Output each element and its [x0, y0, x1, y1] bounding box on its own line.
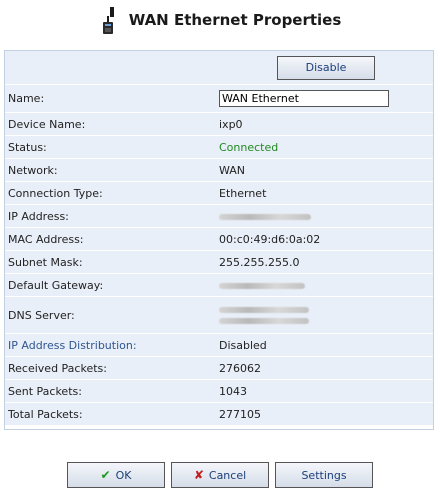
dns-server-row: DNS Server:: [5, 297, 433, 334]
sent-packets-label: Sent Packets:: [8, 384, 82, 398]
disable-button[interactable]: Disable: [277, 55, 375, 80]
default-gateway-value: [219, 279, 433, 292]
network-plug-icon: [102, 7, 114, 34]
settings-button-label: Settings: [301, 468, 347, 482]
total-packets-value: 277105: [219, 407, 261, 421]
disable-row: Disable: [5, 51, 433, 85]
redacted-default-gateway: [219, 282, 305, 289]
ip-address-label: IP Address:: [8, 209, 69, 223]
cancel-button[interactable]: ✘ Cancel: [171, 462, 269, 488]
ok-button-label: OK: [115, 468, 132, 482]
mac-address-value: 00:c0:49:d6:0a:02: [219, 232, 321, 246]
total-packets-row: Total Packets: 277105: [5, 403, 433, 426]
mac-address-label: MAC Address:: [8, 232, 84, 246]
ip-address-value: [219, 210, 433, 223]
dns-server-value: [219, 306, 433, 324]
name-input[interactable]: [219, 90, 389, 107]
ip-distribution-value: Disabled: [219, 338, 267, 352]
page-header: WAN Ethernet Properties: [0, 0, 440, 40]
sent-packets-row: Sent Packets: 1043: [5, 380, 433, 403]
ok-button[interactable]: ✔ OK: [67, 462, 165, 488]
connection-type-label: Connection Type:: [8, 186, 103, 200]
sent-packets-value: 1043: [219, 384, 247, 398]
settings-button[interactable]: Settings: [275, 462, 373, 488]
redacted-ip-address: [219, 213, 311, 220]
ip-distribution-row: IP Address Distribution: Disabled: [5, 334, 433, 357]
received-packets-label: Received Packets:: [8, 361, 107, 375]
network-row: Network: WAN: [5, 159, 433, 182]
received-packets-value: 276062: [219, 361, 261, 375]
redacted-dns-server-1: [219, 306, 309, 313]
checkmark-icon: ✔: [100, 468, 111, 482]
properties-panel: Disable Name: Device Name: ixp0 Status: …: [4, 50, 434, 430]
default-gateway-row: Default Gateway:: [5, 274, 433, 297]
received-packets-row: Received Packets: 276062: [5, 357, 433, 380]
status-row: Status: Connected: [5, 136, 433, 159]
network-label: Network:: [8, 163, 58, 177]
ip-address-row: IP Address:: [5, 205, 433, 228]
connection-type-value: Ethernet: [219, 186, 267, 200]
default-gateway-label: Default Gateway:: [8, 278, 104, 292]
x-mark-icon: ✘: [193, 468, 204, 482]
status-value: Connected: [219, 140, 279, 154]
cancel-button-label: Cancel: [208, 468, 247, 482]
subnet-mask-value: 255.255.255.0: [219, 255, 300, 269]
subnet-mask-row: Subnet Mask: 255.255.255.0: [5, 251, 433, 274]
name-label: Name:: [8, 92, 45, 105]
footer-button-bar: ✔ OK ✘ Cancel Settings: [0, 462, 440, 488]
dns-server-label: DNS Server:: [8, 308, 75, 322]
total-packets-label: Total Packets:: [8, 407, 83, 421]
status-label: Status:: [8, 140, 47, 154]
device-name-value: ixp0: [219, 117, 243, 131]
connection-type-row: Connection Type: Ethernet: [5, 182, 433, 205]
mac-address-row: MAC Address: 00:c0:49:d6:0a:02: [5, 228, 433, 251]
name-value-cell: [219, 90, 433, 107]
name-row: Name:: [5, 85, 433, 113]
ip-distribution-label: IP Address Distribution:: [8, 338, 137, 352]
device-name-label: Device Name:: [8, 117, 86, 131]
redacted-dns-server-2: [219, 317, 309, 324]
network-value: WAN: [219, 163, 246, 177]
page-title: WAN Ethernet Properties: [128, 11, 342, 29]
subnet-mask-label: Subnet Mask:: [8, 255, 83, 269]
device-name-row: Device Name: ixp0: [5, 113, 433, 136]
